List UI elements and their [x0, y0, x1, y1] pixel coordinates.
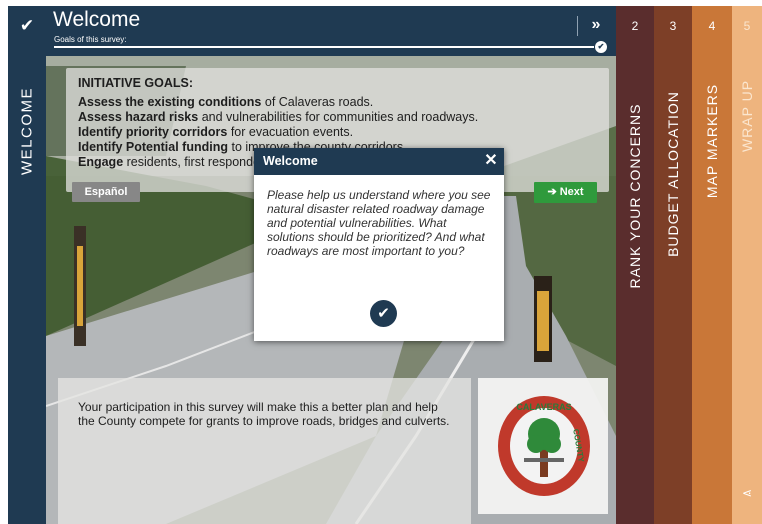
page-subtitle: Goals of this survey: [54, 35, 127, 44]
step-label: BUDGET ALLOCATION [665, 91, 681, 257]
step-number: 5 [743, 19, 751, 33]
confirm-check-icon[interactable]: ✔ [370, 300, 397, 327]
tab-map-markers[interactable]: 4 MAP MARKERS [692, 6, 732, 524]
share-icon[interactable]: ⋖ [742, 486, 752, 500]
info-panel: Your participation in this survey will m… [58, 378, 471, 524]
next-button[interactable]: ➔ Next [534, 182, 597, 203]
step-label: WRAP UP [739, 79, 755, 153]
step-label: RANK YOUR CONCERNS [627, 103, 643, 289]
page-title: Welcome [53, 8, 141, 31]
modal-title: Welcome [263, 154, 318, 168]
county-logo-panel: CALAVERAS COUNTY [478, 378, 608, 514]
step-number: 3 [669, 19, 677, 33]
progress-fill [54, 46, 594, 48]
goals-heading: INITIATIVE GOALS: [78, 76, 194, 90]
step-number: 4 [708, 19, 716, 33]
close-icon[interactable]: ✕ [480, 150, 502, 172]
header-divider [577, 16, 578, 36]
tab-wrap-up[interactable]: 5 WRAP UP ⋖ [732, 6, 762, 524]
county-seal-logo: CALAVERAS COUNTY [498, 396, 590, 496]
welcome-tab[interactable]: ✔ WELCOME [8, 6, 46, 524]
header-bar: Welcome Goals of this survey: » ✔ [46, 6, 616, 56]
welcome-modal: Welcome ✕ Please help us understand wher… [254, 148, 504, 341]
welcome-tab-label: WELCOME [18, 86, 36, 176]
main-panel: Welcome Goals of this survey: » ✔ INITIA… [46, 6, 616, 524]
fast-forward-icon[interactable]: » [587, 16, 605, 34]
svg-text:CALAVERAS: CALAVERAS [516, 402, 571, 412]
tab-rank-your-concerns[interactable]: 2 RANK YOUR CONCERNS [616, 6, 654, 524]
goal-item: Assess hazard risks and vulnerabilities … [78, 110, 479, 124]
survey-app: ✔ WELCOME Welcome Goals of this survey: … [8, 6, 762, 524]
progress-bar [54, 46, 594, 48]
goal-item: Assess the existing conditions of Calave… [78, 95, 374, 109]
espanol-button[interactable]: Español [72, 182, 140, 202]
goal-item: Identify priority corridors for evacuati… [78, 125, 354, 139]
step-number: 2 [631, 19, 639, 33]
progress-check-icon: ✔ [595, 41, 607, 53]
check-icon: ✔ [19, 16, 35, 35]
step-label: MAP MARKERS [704, 83, 720, 199]
tab-budget-allocation[interactable]: 3 BUDGET ALLOCATION [654, 6, 692, 524]
modal-header: Welcome ✕ [254, 148, 504, 175]
modal-body: Please help us understand where you see … [267, 188, 491, 258]
